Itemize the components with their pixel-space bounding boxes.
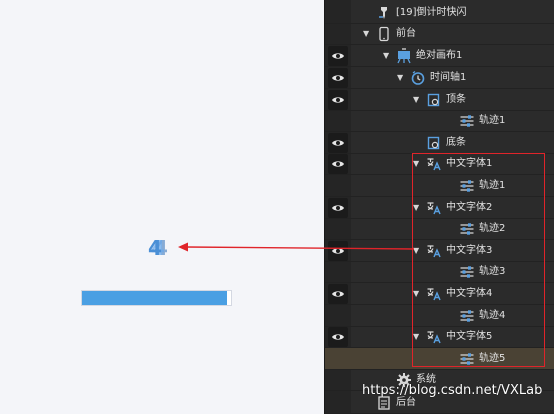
track-icon	[459, 221, 475, 237]
layer-label: 前台	[396, 28, 416, 39]
layer-row[interactable]: ▼ 中文字体5	[325, 326, 554, 348]
timeline-icon	[410, 70, 426, 86]
expand-caret-icon[interactable]: ▼	[413, 240, 419, 262]
eye-visibility-icon[interactable]	[328, 154, 348, 174]
expand-caret-icon[interactable]: ▼	[413, 89, 419, 111]
progress-bar-fill	[82, 291, 227, 305]
countdown-digit: 4 4 4	[148, 232, 172, 266]
expand-caret-icon[interactable]: ▼	[413, 153, 419, 175]
layer-row[interactable]: 轨迹1	[325, 110, 554, 132]
layer-label: 轨迹1	[479, 115, 506, 126]
layer-label: 轨迹2	[479, 223, 506, 234]
watermark: https://blog.csdn.net/VXLab	[362, 383, 543, 398]
expand-caret-icon[interactable]: ▼	[397, 67, 403, 89]
layer-row[interactable]: 轨迹5	[325, 348, 554, 370]
eye-visibility-icon[interactable]	[328, 241, 348, 261]
text-font-icon	[426, 200, 442, 216]
layer-label: 轨迹1	[479, 180, 506, 191]
layer-row[interactable]: ▼ 时间轴1	[325, 67, 554, 89]
pin-icon	[376, 5, 392, 21]
text-font-icon	[426, 286, 442, 302]
text-font-icon	[426, 156, 442, 172]
preview-canvas: 4 4 4	[0, 0, 324, 414]
layer-label: 底条	[446, 137, 466, 148]
eye-visibility-icon[interactable]	[328, 198, 348, 218]
layer-row[interactable]: ▼ 绝对画布1	[325, 45, 554, 67]
canvas-icon	[396, 48, 412, 64]
digit-text: 4	[148, 236, 162, 260]
layer-label: 中文字体1	[446, 158, 493, 169]
layer-row[interactable]: ▼ 中文字体4	[325, 283, 554, 305]
shape-icon	[426, 92, 442, 108]
track-icon	[459, 264, 475, 280]
eye-visibility-icon[interactable]	[328, 68, 348, 88]
track-icon	[459, 113, 475, 129]
layer-row[interactable]: 底条	[325, 132, 554, 154]
expand-caret-icon[interactable]: ▼	[413, 283, 419, 305]
layer-label: 中文字体3	[446, 245, 493, 256]
track-icon	[459, 178, 475, 194]
text-font-icon	[426, 243, 442, 259]
text-font-icon	[426, 329, 442, 345]
eye-visibility-icon[interactable]	[328, 284, 348, 304]
expand-caret-icon[interactable]: ▼	[413, 197, 419, 219]
layer-row[interactable]: [19]倒计时快闪	[325, 2, 554, 24]
layer-label: [19]倒计时快闪	[396, 7, 467, 18]
layer-label: 绝对画布1	[416, 50, 463, 61]
layer-panel: [19]倒计时快闪 ▼ 前台 ▼ 绝对画布1 ▼ 时间轴1 ▼ 顶条轨迹1 底条 ▼ 中文字体1 轨迹1…	[324, 0, 554, 414]
layer-row[interactable]: 轨迹4	[325, 305, 554, 327]
eye-visibility-icon[interactable]	[328, 46, 348, 66]
expand-caret-icon[interactable]: ▼	[363, 23, 369, 45]
layer-row[interactable]: ▼ 中文字体3	[325, 240, 554, 262]
layer-label: 顶条	[446, 94, 466, 105]
progress-bar	[81, 290, 232, 306]
layer-row[interactable]: ▼ 前台	[325, 23, 554, 45]
layer-row[interactable]: 轨迹1	[325, 175, 554, 197]
track-icon	[459, 351, 475, 367]
eye-visibility-icon[interactable]	[328, 327, 348, 347]
layer-row[interactable]: 轨迹3	[325, 261, 554, 283]
layer-label: 轨迹3	[479, 266, 506, 277]
eye-visibility-icon[interactable]	[328, 90, 348, 110]
eye-visibility-icon[interactable]	[328, 133, 348, 153]
layer-label: 轨迹5	[479, 353, 506, 364]
layer-row[interactable]: ▼ 中文字体1	[325, 153, 554, 175]
phone-icon	[376, 26, 392, 42]
layer-row[interactable]: ▼ 顶条	[325, 89, 554, 111]
layer-label: 中文字体2	[446, 202, 493, 213]
track-icon	[459, 308, 475, 324]
layer-label: 时间轴1	[430, 72, 467, 83]
layer-label: 中文字体5	[446, 331, 493, 342]
layer-row[interactable]: 轨迹2	[325, 218, 554, 240]
expand-caret-icon[interactable]: ▼	[383, 45, 389, 67]
shape-icon	[426, 135, 442, 151]
layer-row[interactable]: ▼ 中文字体2	[325, 197, 554, 219]
layer-label: 轨迹4	[479, 310, 506, 321]
expand-caret-icon[interactable]: ▼	[413, 326, 419, 348]
layer-label: 中文字体4	[446, 288, 493, 299]
